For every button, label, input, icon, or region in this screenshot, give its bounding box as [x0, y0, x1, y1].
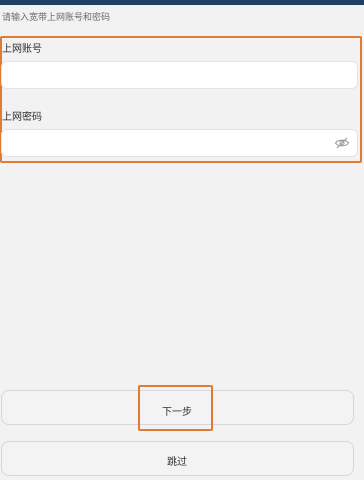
eye-hidden-icon[interactable] [334, 136, 350, 150]
password-input[interactable] [1, 129, 358, 157]
skip-label: 跳过 [167, 457, 187, 468]
account-label: 上网账号 [2, 44, 42, 55]
next-step-label: 下一步 [162, 407, 192, 418]
password-label: 上网密码 [2, 112, 42, 123]
instruction-text: 请输入宽带上网账号和密码 [2, 13, 111, 23]
setup-page: 请输入宽带上网账号和密码 上网账号 上网密码 下一步 跳过 [0, 0, 364, 480]
top-bar [0, 0, 364, 5]
account-input[interactable] [1, 61, 358, 89]
